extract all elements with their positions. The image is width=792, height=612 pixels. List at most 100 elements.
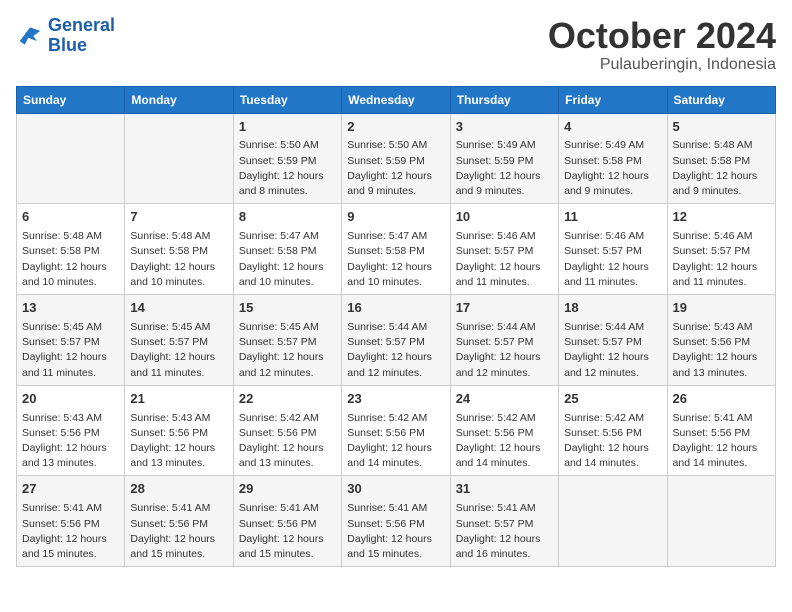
day-detail: Sunrise: 5:47 AM Sunset: 5:58 PM Dayligh…	[239, 229, 336, 290]
calendar-cell: 31 Sunrise: 5:41 AM Sunset: 5:57 PM Dayli…	[450, 476, 558, 567]
calendar-cell: 1Sunrise: 5:50 AM Sunset: 5:59 PM Daylig…	[233, 113, 341, 204]
weekday-header-saturday: Saturday	[667, 86, 775, 113]
day-detail: Sunrise: 5:44 AM Sunset: 5:57 PM Dayligh…	[347, 320, 444, 381]
day-number: 4	[564, 118, 661, 137]
day-detail: Sunrise: 5:45 AM Sunset: 5:57 PM Dayligh…	[130, 320, 227, 381]
calendar-cell: 15Sunrise: 5:45 AM Sunset: 5:57 PM Dayli…	[233, 295, 341, 386]
weekday-header-tuesday: Tuesday	[233, 86, 341, 113]
logo-text: General Blue	[48, 16, 115, 56]
day-number: 9	[347, 208, 444, 227]
calendar-week-row: 20 Sunrise: 5:43 AM Sunset: 5:56 PM Dayli…	[17, 385, 776, 476]
calendar-week-row: 6 Sunrise: 5:48 AM Sunset: 5:58 PM Daylig…	[17, 204, 776, 295]
day-number: 14	[130, 299, 227, 318]
calendar-cell: 5Sunrise: 5:48 AM Sunset: 5:58 PM Daylig…	[667, 113, 775, 204]
calendar-cell: 26 Sunrise: 5:41 AM Sunset: 5:56 PM Dayli…	[667, 385, 775, 476]
day-number: 7	[130, 208, 227, 227]
day-number: 3	[456, 118, 553, 137]
calendar-cell: 24 Sunrise: 5:42 AM Sunset: 5:56 PM Dayli…	[450, 385, 558, 476]
day-number: 10	[456, 208, 553, 227]
day-detail: Sunrise: 5:43 AM Sunset: 5:56 PM Dayligh…	[673, 320, 770, 381]
calendar-table: SundayMondayTuesdayWednesdayThursdayFrid…	[16, 86, 776, 568]
calendar-cell: 20Sunrise: 5:43 AM Sunset: 5:56 PM Dayli…	[17, 385, 125, 476]
calendar-cell: 11 Sunrise: 5:46 AM Sunset: 5:57 PM Dayli…	[559, 204, 667, 295]
day-number: 30	[347, 480, 444, 499]
calendar-cell: 21 Sunrise: 5:43 AM Sunset: 5:56 PM Dayli…	[125, 385, 233, 476]
day-number: 1	[239, 118, 336, 137]
day-number: 17	[456, 299, 553, 318]
calendar-cell	[667, 476, 775, 567]
day-detail: Sunrise: 5:42 AM Sunset: 5:56 PM Dayligh…	[347, 411, 444, 472]
calendar-cell: 14 Sunrise: 5:45 AM Sunset: 5:57 PM Dayli…	[125, 295, 233, 386]
day-detail: Sunrise: 5:44 AM Sunset: 5:57 PM Dayligh…	[456, 320, 553, 381]
day-number: 18	[564, 299, 661, 318]
calendar-cell: 12 Sunrise: 5:46 AM Sunset: 5:57 PM Dayli…	[667, 204, 775, 295]
calendar-cell: 16 Sunrise: 5:44 AM Sunset: 5:57 PM Dayli…	[342, 295, 450, 386]
calendar-week-row: 1Sunrise: 5:50 AM Sunset: 5:59 PM Daylig…	[17, 113, 776, 204]
logo: General Blue	[16, 16, 115, 56]
day-number: 26	[673, 390, 770, 409]
day-number: 2	[347, 118, 444, 137]
calendar-body: 1Sunrise: 5:50 AM Sunset: 5:59 PM Daylig…	[17, 113, 776, 567]
calendar-cell: 19 Sunrise: 5:43 AM Sunset: 5:56 PM Dayli…	[667, 295, 775, 386]
day-detail: Sunrise: 5:46 AM Sunset: 5:57 PM Dayligh…	[456, 229, 553, 290]
day-number: 27	[22, 480, 119, 499]
calendar-cell: 25 Sunrise: 5:42 AM Sunset: 5:56 PM Dayli…	[559, 385, 667, 476]
day-detail: Sunrise: 5:49 AM Sunset: 5:59 PM Dayligh…	[456, 138, 553, 199]
day-number: 22	[239, 390, 336, 409]
calendar-cell: 2Sunrise: 5:50 AM Sunset: 5:59 PM Daylig…	[342, 113, 450, 204]
calendar-header-row: SundayMondayTuesdayWednesdayThursdayFrid…	[17, 86, 776, 113]
day-detail: Sunrise: 5:45 AM Sunset: 5:57 PM Dayligh…	[239, 320, 336, 381]
weekday-header-thursday: Thursday	[450, 86, 558, 113]
calendar-cell: 7 Sunrise: 5:48 AM Sunset: 5:58 PM Daylig…	[125, 204, 233, 295]
title-block: October 2024 Pulauberingin, Indonesia	[548, 16, 776, 74]
day-detail: Sunrise: 5:43 AM Sunset: 5:56 PM Dayligh…	[130, 411, 227, 472]
calendar-cell: 17 Sunrise: 5:44 AM Sunset: 5:57 PM Dayli…	[450, 295, 558, 386]
weekday-header-friday: Friday	[559, 86, 667, 113]
day-number: 24	[456, 390, 553, 409]
calendar-cell: 22Sunrise: 5:42 AM Sunset: 5:56 PM Dayli…	[233, 385, 341, 476]
day-detail: Sunrise: 5:41 AM Sunset: 5:56 PM Dayligh…	[239, 501, 336, 562]
day-number: 28	[130, 480, 227, 499]
day-number: 19	[673, 299, 770, 318]
day-number: 16	[347, 299, 444, 318]
day-detail: Sunrise: 5:48 AM Sunset: 5:58 PM Dayligh…	[130, 229, 227, 290]
day-detail: Sunrise: 5:42 AM Sunset: 5:56 PM Dayligh…	[456, 411, 553, 472]
day-detail: Sunrise: 5:41 AM Sunset: 5:56 PM Dayligh…	[130, 501, 227, 562]
day-number: 25	[564, 390, 661, 409]
calendar-cell	[125, 113, 233, 204]
day-detail: Sunrise: 5:50 AM Sunset: 5:59 PM Dayligh…	[239, 138, 336, 199]
calendar-cell: 28 Sunrise: 5:41 AM Sunset: 5:56 PM Dayli…	[125, 476, 233, 567]
day-detail: Sunrise: 5:41 AM Sunset: 5:56 PM Dayligh…	[347, 501, 444, 562]
weekday-header-monday: Monday	[125, 86, 233, 113]
day-number: 6	[22, 208, 119, 227]
calendar-cell: 30 Sunrise: 5:41 AM Sunset: 5:56 PM Dayli…	[342, 476, 450, 567]
calendar-cell: 13Sunrise: 5:45 AM Sunset: 5:57 PM Dayli…	[17, 295, 125, 386]
day-detail: Sunrise: 5:42 AM Sunset: 5:56 PM Dayligh…	[564, 411, 661, 472]
day-detail: Sunrise: 5:50 AM Sunset: 5:59 PM Dayligh…	[347, 138, 444, 199]
day-detail: Sunrise: 5:41 AM Sunset: 5:56 PM Dayligh…	[673, 411, 770, 472]
day-number: 20	[22, 390, 119, 409]
calendar-cell: 10 Sunrise: 5:46 AM Sunset: 5:57 PM Dayli…	[450, 204, 558, 295]
calendar-cell: 27 Sunrise: 5:41 AM Sunset: 5:56 PM Dayli…	[17, 476, 125, 567]
day-detail: Sunrise: 5:41 AM Sunset: 5:56 PM Dayligh…	[22, 501, 119, 562]
page-header: General Blue October 2024 Pulauberingin,…	[16, 16, 776, 74]
day-detail: Sunrise: 5:41 AM Sunset: 5:57 PM Dayligh…	[456, 501, 553, 562]
day-number: 13	[22, 299, 119, 318]
day-number: 31	[456, 480, 553, 499]
day-detail: Sunrise: 5:48 AM Sunset: 5:58 PM Dayligh…	[22, 229, 119, 290]
calendar-week-row: 27 Sunrise: 5:41 AM Sunset: 5:56 PM Dayli…	[17, 476, 776, 567]
calendar-cell: 3Sunrise: 5:49 AM Sunset: 5:59 PM Daylig…	[450, 113, 558, 204]
weekday-header-wednesday: Wednesday	[342, 86, 450, 113]
day-detail: Sunrise: 5:49 AM Sunset: 5:58 PM Dayligh…	[564, 138, 661, 199]
location-subtitle: Pulauberingin, Indonesia	[548, 56, 776, 74]
day-detail: Sunrise: 5:46 AM Sunset: 5:57 PM Dayligh…	[564, 229, 661, 290]
day-detail: Sunrise: 5:44 AM Sunset: 5:57 PM Dayligh…	[564, 320, 661, 381]
day-number: 29	[239, 480, 336, 499]
calendar-cell: 23Sunrise: 5:42 AM Sunset: 5:56 PM Dayli…	[342, 385, 450, 476]
day-number: 12	[673, 208, 770, 227]
day-number: 11	[564, 208, 661, 227]
calendar-cell	[17, 113, 125, 204]
day-number: 21	[130, 390, 227, 409]
day-detail: Sunrise: 5:46 AM Sunset: 5:57 PM Dayligh…	[673, 229, 770, 290]
calendar-cell: 18 Sunrise: 5:44 AM Sunset: 5:57 PM Dayli…	[559, 295, 667, 386]
